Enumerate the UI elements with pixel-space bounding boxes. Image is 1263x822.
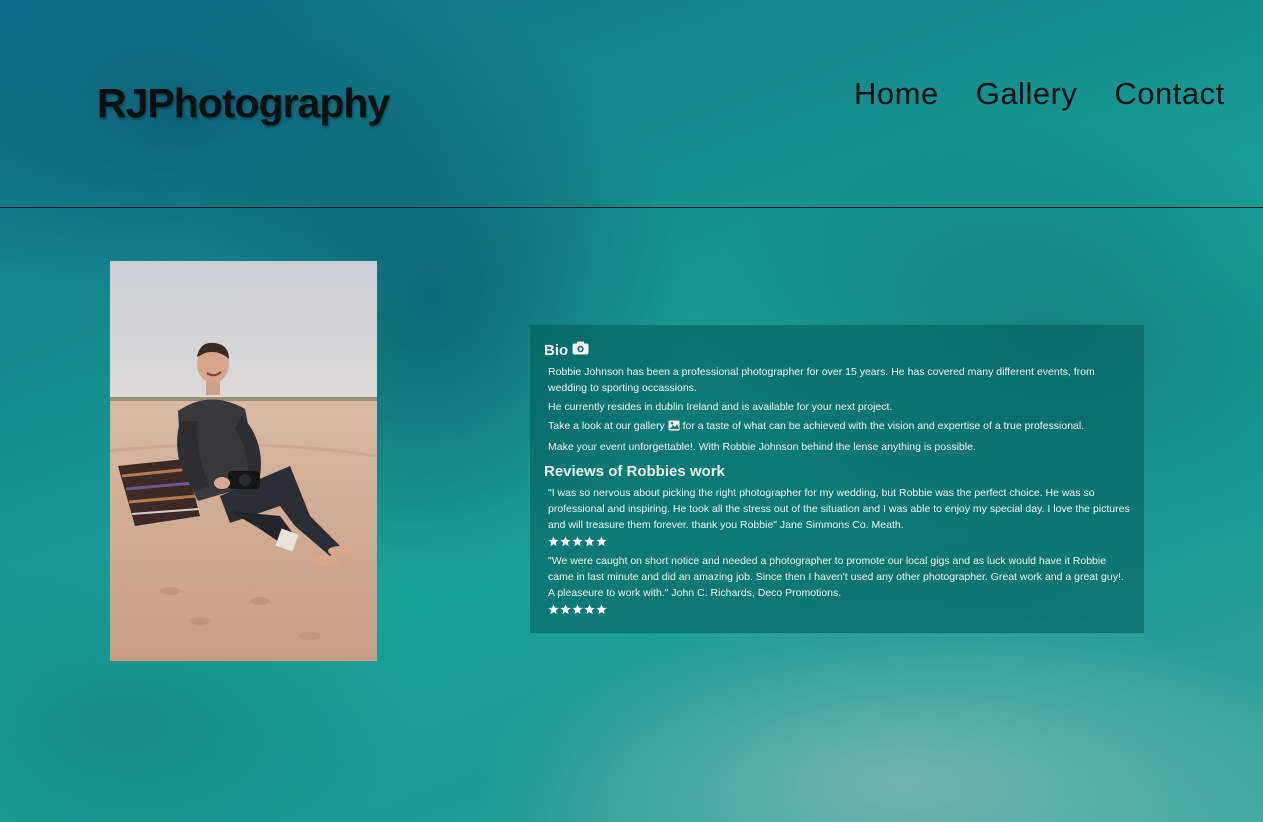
bio-paragraph-3: Take a look at our gallery for a taste o… [548,418,1130,436]
star-icon [584,604,595,615]
review-text-2: "We were caught on short notice and need… [548,555,1124,599]
star-icon [572,604,583,615]
review-rating-1 [548,536,1130,550]
image-icon[interactable] [668,420,680,436]
reviews-heading: Reviews of Robbies work [544,463,725,480]
review-rating-2 [548,604,1130,618]
star-icon [596,604,607,615]
bio-heading-text: Bio [544,341,569,359]
site-header: RJPhotography Home Gallery Contact [0,0,1263,208]
bio-heading: Bio [544,341,1130,359]
nav-gallery-link[interactable]: Gallery [976,76,1078,112]
site-logo[interactable]: RJPhotography [97,80,390,127]
star-icon [560,536,571,547]
star-icon [548,604,559,615]
star-icon [572,536,583,547]
bio-paragraph-3-start: Take a look at our gallery [548,420,665,432]
portrait-photo [110,261,377,661]
bio-paragraph-2: He currently resides in dublin Ireland a… [548,401,893,413]
bio-card: Bio Robbie Johnson has been a profession… [530,325,1144,633]
bio-paragraph-1: Robbie Johnson has been a professional p… [548,366,1095,394]
bio-paragraph-3-end: for a taste of what can be achieved with… [682,420,1085,432]
nav-home-link[interactable]: Home [854,76,939,112]
camera-icon [572,341,589,359]
star-icon [584,536,595,547]
star-icon [560,604,571,615]
main-nav: Home Gallery Contact [854,76,1225,112]
star-icon [596,536,607,547]
bio-paragraph-4: Make your event unforgettable!. With Rob… [548,441,976,453]
review-text-1: "I was so nervous about picking the righ… [548,487,1130,531]
nav-contact-link[interactable]: Contact [1114,76,1224,112]
star-icon [548,536,559,547]
